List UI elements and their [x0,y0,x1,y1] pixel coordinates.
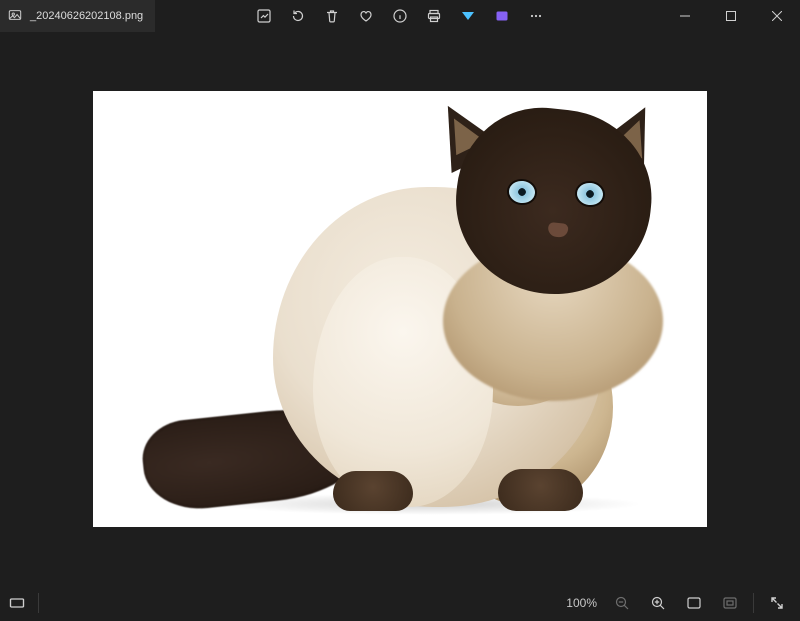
actual-size-button[interactable] [713,586,747,620]
status-right: 100% [560,586,800,620]
status-left [0,585,43,621]
more-button[interactable] [521,1,551,31]
print-button[interactable] [419,1,449,31]
rotate-button[interactable] [283,1,313,31]
close-button[interactable] [754,0,800,32]
window-controls [662,0,800,32]
delete-button[interactable] [317,1,347,31]
clipchamp-button[interactable] [487,1,517,31]
visual-search-button[interactable] [453,1,483,31]
status-bar: 100% [0,585,800,621]
edit-image-button[interactable] [249,1,279,31]
displayed-image [93,91,707,527]
favorite-button[interactable] [351,1,381,31]
separator [753,593,754,613]
filmstrip-button[interactable] [0,586,34,620]
file-tab[interactable]: _20240626202108.png [0,0,155,32]
fullscreen-button[interactable] [760,586,794,620]
toolbar [249,1,551,31]
maximize-button[interactable] [708,0,754,32]
info-button[interactable] [385,1,415,31]
minimize-button[interactable] [662,0,708,32]
zoom-level-label: 100% [560,596,603,610]
cat-illustration [143,101,683,521]
image-viewport[interactable] [0,32,800,585]
file-name-label: _20240626202108.png [30,10,143,22]
title-bar: _20240626202108.png [0,0,800,32]
zoom-in-button[interactable] [641,586,675,620]
photos-app-icon [8,8,22,25]
zoom-out-button[interactable] [605,586,639,620]
zoom-fit-button[interactable] [677,586,711,620]
separator [38,593,39,613]
titlebar-left: _20240626202108.png [0,0,155,32]
